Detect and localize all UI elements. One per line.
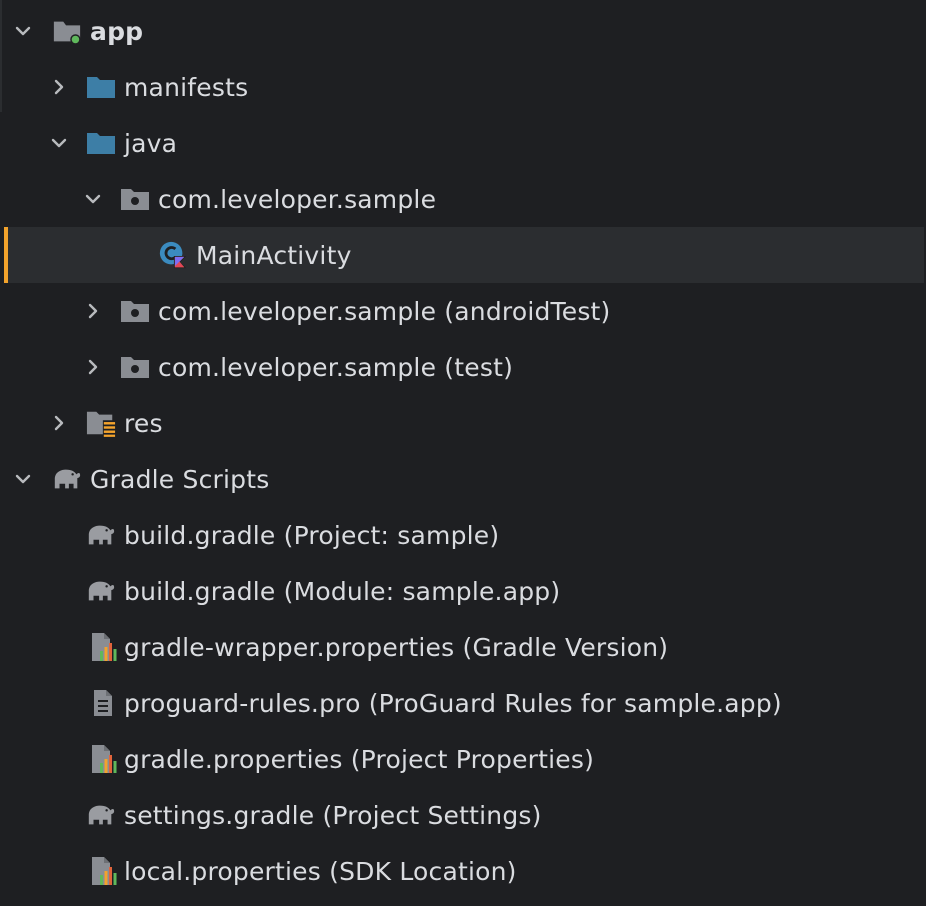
package-icon (120, 184, 150, 214)
properties-file-icon (88, 856, 118, 886)
tree-row-package-main[interactable]: com.leveloper.sample (0, 171, 926, 227)
tree-row-build-gradle-module[interactable]: build.gradle (Module: sample.app) (0, 563, 926, 619)
properties-file-icon (88, 744, 118, 774)
tree-row-gradle-properties[interactable]: gradle.properties (Project Properties) (0, 731, 926, 787)
chevron-right-icon[interactable] (47, 411, 71, 435)
chevron-down-icon[interactable] (11, 19, 35, 43)
tree-row-res[interactable]: res (0, 395, 926, 451)
chevron-down-icon[interactable] (81, 187, 105, 211)
tree-row-java[interactable]: java (0, 115, 926, 171)
tree-label-settings-gradle: settings.gradle (Project Settings) (124, 800, 542, 830)
tree-row-settings-gradle[interactable]: settings.gradle (Project Settings) (0, 787, 926, 843)
tree-row-local-properties[interactable]: local.properties (SDK Location) (0, 843, 926, 899)
tree-label-manifests: manifests (124, 72, 249, 102)
tree-label-gradle-properties: gradle.properties (Project Properties) (124, 744, 595, 774)
module-folder-icon (52, 16, 82, 46)
tree-label-app: app (90, 16, 144, 46)
tree-row-main-activity[interactable]: MainActivity (4, 227, 924, 283)
package-icon (120, 352, 150, 382)
package-icon (120, 296, 150, 326)
tree-row-app[interactable]: app (0, 3, 926, 59)
tree-label-build-gradle-project: build.gradle (Project: sample) (124, 520, 500, 550)
tree-row-package-android-test[interactable]: com.leveloper.sample (androidTest) (0, 283, 926, 339)
tree-row-build-gradle-project[interactable]: build.gradle (Project: sample) (0, 507, 926, 563)
gradle-elephant-icon (86, 520, 116, 550)
tree-label-package-android-test: com.leveloper.sample (androidTest) (158, 296, 611, 326)
chevron-down-icon[interactable] (11, 467, 35, 491)
project-tree: app manifests java com.leveloper.sample (0, 0, 926, 906)
tree-label-gradle-scripts: Gradle Scripts (90, 464, 270, 494)
kotlin-class-icon (158, 240, 188, 270)
chevron-right-icon[interactable] (81, 299, 105, 323)
gradle-elephant-icon (86, 800, 116, 830)
tree-label-proguard: proguard-rules.pro (ProGuard Rules for s… (124, 688, 782, 718)
tree-label-main-activity: MainActivity (196, 240, 352, 270)
tree-row-gradle-scripts[interactable]: Gradle Scripts (0, 451, 926, 507)
source-folder-icon (86, 72, 116, 102)
tree-label-package-main: com.leveloper.sample (158, 184, 437, 214)
chevron-right-icon[interactable] (47, 75, 71, 99)
properties-file-icon (88, 632, 118, 662)
chevron-down-icon[interactable] (47, 131, 71, 155)
tree-label-package-test: com.leveloper.sample (test) (158, 352, 514, 382)
tree-row-package-test[interactable]: com.leveloper.sample (test) (0, 339, 926, 395)
gradle-elephant-icon (86, 576, 116, 606)
source-folder-icon (86, 128, 116, 158)
tree-label-res: res (124, 408, 163, 438)
tree-row-manifests[interactable]: manifests (0, 59, 926, 115)
tree-row-gradle-wrapper[interactable]: gradle-wrapper.properties (Gradle Versio… (0, 619, 926, 675)
chevron-right-icon[interactable] (81, 355, 105, 379)
tree-label-gradle-wrapper: gradle-wrapper.properties (Gradle Versio… (124, 632, 669, 662)
tree-label-java: java (124, 128, 178, 158)
gradle-elephant-icon (52, 464, 82, 494)
tree-label-local-properties: local.properties (SDK Location) (124, 856, 517, 886)
tree-label-build-gradle-module: build.gradle (Module: sample.app) (124, 576, 561, 606)
text-file-icon (88, 688, 118, 718)
tree-row-proguard[interactable]: proguard-rules.pro (ProGuard Rules for s… (0, 675, 926, 731)
resources-folder-icon (86, 408, 116, 438)
